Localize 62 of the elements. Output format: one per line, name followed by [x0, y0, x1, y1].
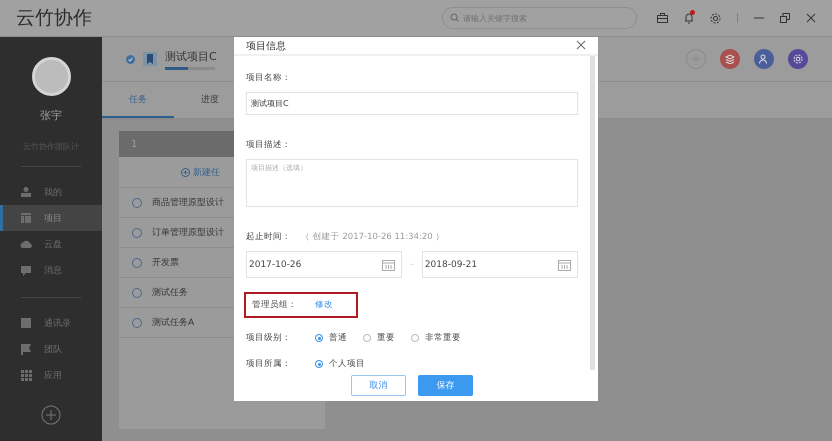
dialog-title: 项目信息	[246, 40, 286, 53]
task-checkbox[interactable]	[132, 258, 142, 268]
field-label: 管理员组：	[252, 299, 297, 312]
field-label: 项目所属：	[246, 358, 291, 370]
grid-icon	[20, 369, 32, 381]
user-name: 张宇	[40, 108, 62, 123]
edit-link[interactable]: 修改	[315, 299, 333, 312]
briefcase-icon[interactable]	[657, 13, 668, 23]
user-icon	[20, 186, 32, 198]
radio-option[interactable]: 普通	[315, 332, 347, 344]
field-label: 项目级别：	[246, 332, 291, 344]
task-title[interactable]: 订单管理原型设计	[152, 226, 224, 239]
sidebar-item[interactable]: 消息	[0, 257, 102, 283]
radio-option[interactable]: 重要	[363, 332, 395, 344]
task-title[interactable]: 测试任务	[152, 286, 188, 299]
cancel-button[interactable]: 取消	[351, 375, 406, 396]
progress-bar	[165, 66, 215, 70]
tab[interactable]: 任务	[102, 82, 174, 118]
sidebar-item[interactable]: 应用	[0, 362, 102, 388]
search-icon	[450, 13, 459, 22]
task-checkbox[interactable]	[132, 318, 142, 328]
project-icon	[20, 212, 32, 224]
restore-icon[interactable]	[780, 13, 790, 23]
task-checkbox[interactable]	[132, 288, 142, 298]
created-note: （ 创建于 2017-10-26 11:34:20 ）	[301, 231, 444, 244]
close-icon[interactable]	[806, 13, 816, 23]
bell-icon[interactable]	[684, 12, 694, 24]
users-icon[interactable]	[754, 49, 774, 69]
bookmark-icon	[143, 52, 157, 66]
task-title[interactable]: 测试任务A	[152, 316, 194, 329]
sidebar-item[interactable]: 团队	[0, 336, 102, 362]
check-icon	[126, 54, 135, 64]
start-date-field[interactable]: 2017-10-26	[246, 251, 402, 278]
task-checkbox[interactable]	[132, 228, 142, 238]
settings-icon[interactable]	[788, 49, 808, 69]
add-icon	[181, 168, 190, 176]
radio-option[interactable]: 个人项目	[315, 358, 365, 370]
sidebar-item[interactable]: 项目	[0, 205, 102, 231]
save-button[interactable]: 保存	[418, 375, 473, 396]
flag-icon	[20, 343, 32, 355]
radio-option[interactable]: 非常重要	[411, 332, 461, 344]
field-label: 起止时间：	[246, 231, 291, 244]
field-label: 项目名称：	[246, 72, 292, 84]
end-date-field[interactable]: 2018-09-21	[422, 251, 578, 278]
chat-icon	[20, 264, 32, 276]
sidebar-item[interactable]: 云盘	[0, 231, 102, 257]
task-checkbox[interactable]	[132, 198, 142, 208]
add-icon[interactable]	[41, 405, 61, 425]
name-field[interactable]: 测试项目C	[246, 92, 578, 116]
app-title: 云竹协作	[16, 6, 93, 31]
project-name: 测试项目C	[165, 48, 217, 64]
date-separator: -	[410, 259, 414, 270]
settings-icon[interactable]	[710, 12, 721, 24]
cloud-icon	[20, 238, 32, 250]
layers-icon[interactable]	[720, 49, 740, 69]
tab[interactable]: 进度	[174, 82, 246, 118]
sidebar-item[interactable]: 我的	[0, 179, 102, 205]
field-label: 项目描述：	[246, 139, 292, 152]
task-title[interactable]: 商品管理原型设计	[152, 196, 224, 209]
user-avatar[interactable]	[32, 57, 70, 96]
task-title[interactable]: 开发票	[152, 256, 179, 269]
sidebar-item[interactable]: 通讯录	[0, 310, 102, 336]
